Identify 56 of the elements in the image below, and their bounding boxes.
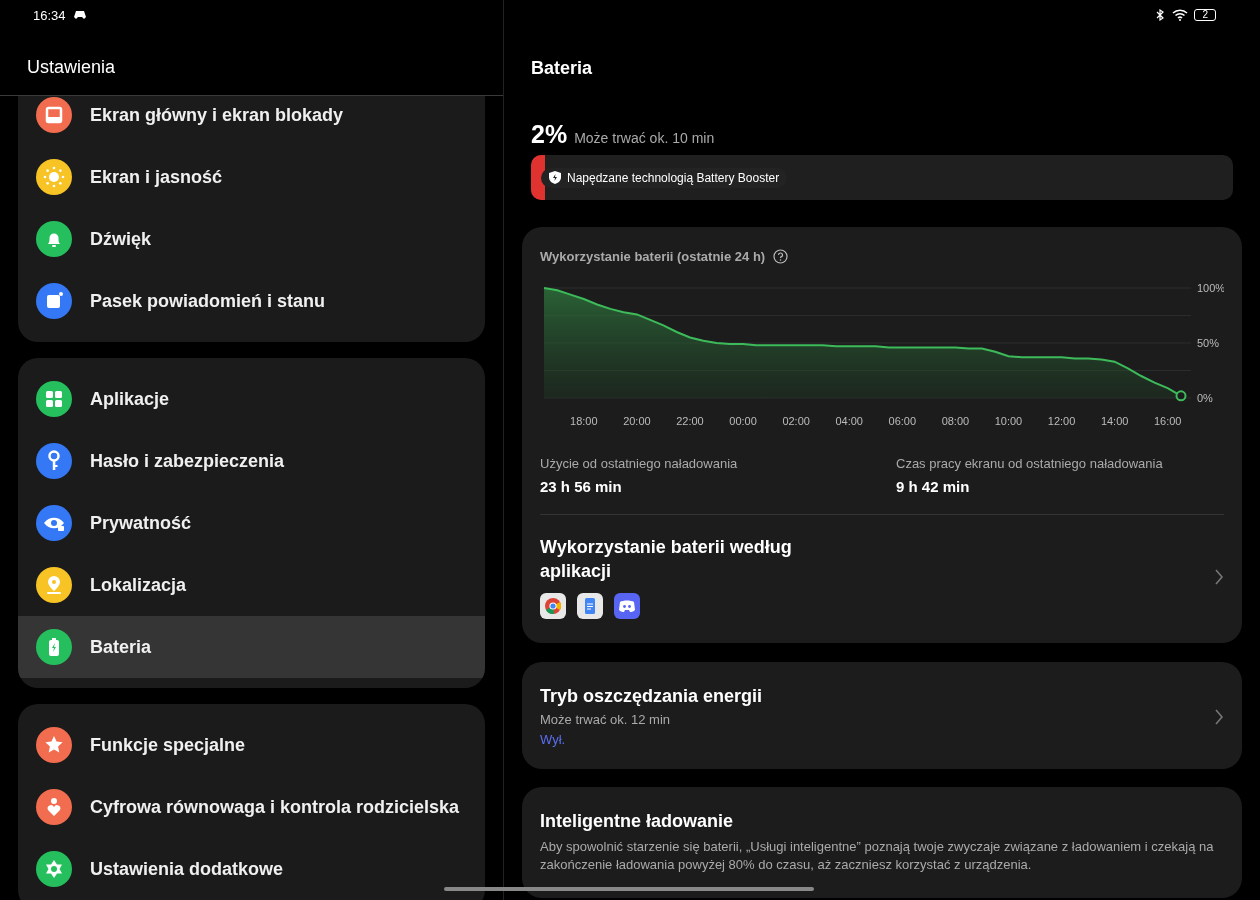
sidebar-title: Ustawienia [27, 57, 116, 78]
x-tick-label: 16:00 [1153, 415, 1182, 427]
y-tick-label: 0% [1197, 392, 1213, 404]
shield-icon [549, 171, 561, 184]
settings-item[interactable]: Pasek powiadomień i stanu [18, 270, 485, 332]
settings-item[interactable]: Ekran główny i ekran blokady [18, 96, 485, 146]
x-tick-label: 14:00 [1100, 415, 1129, 427]
x-tick-label: 04:00 [835, 415, 863, 427]
settings-item[interactable]: Dźwięk [18, 208, 485, 270]
y-tick-label: 100% [1197, 282, 1224, 294]
x-tick-label: 10:00 [994, 415, 1023, 427]
stat-value: 23 h 56 min [540, 478, 623, 495]
settings-item[interactable]: Lokalizacja [18, 554, 485, 616]
app-usage-title: Wykorzystanie baterii według aplikacji [540, 536, 793, 583]
battery-percent: 2% [531, 120, 568, 149]
x-tick-label: 20:00 [623, 415, 651, 427]
help-icon[interactable] [773, 249, 789, 264]
settings-item[interactable]: Ustawienia dodatkowe [18, 838, 485, 900]
chat-app-icon [614, 593, 640, 619]
saver-title: Tryb oszczędzania energii [540, 686, 763, 707]
power-saver-row[interactable]: Tryb oszczędzania energii Może trwać ok. 12 min Wył. [522, 662, 1242, 769]
browser-app-icon [540, 593, 566, 619]
gamepad-icon [73, 10, 86, 20]
stat-value: 9 h 42 min [896, 478, 971, 495]
status-time: 16:34 [33, 7, 66, 23]
x-tick-label: 02:00 [782, 415, 810, 427]
document-app-icon [577, 593, 603, 619]
settings-item[interactable]: Hasło i zabezpieczenia [18, 430, 485, 492]
x-tick-label: 00:00 [729, 415, 757, 427]
chevron-icon [1214, 568, 1224, 586]
wifi-icon [1172, 9, 1189, 21]
settings-item[interactable]: Funkcje specjalne [18, 714, 485, 776]
saver-estimate: Może trwać ok. 12 min [540, 712, 672, 727]
saver-state: Wył. [540, 732, 567, 747]
stat-label: Czas pracy ekranu od ostatniego naładowania [896, 456, 1164, 471]
stat-label: Użycie od ostatniego naładowania [540, 456, 739, 471]
chevron-icon [1214, 707, 1224, 726]
smart-charging-description: Aby spowolnić starzenie się baterii, „Usługi inteligentne” poznają twoje zwyczaje związane z ładowaniem i czekają na zakończenie ładowania powyżej 80% do czasu, aż zaczniesz korzystać z urządzenia. [540, 838, 1215, 874]
page-title: Bateria [531, 57, 593, 79]
settings-item[interactable]: Ekran i jasność [18, 146, 485, 208]
settings-item[interactable]: Bateria [18, 616, 485, 678]
smart-charging-title: Inteligentne ładowanie [540, 811, 735, 832]
x-tick-label: 06:00 [888, 415, 917, 427]
settings-item[interactable]: Prywatność [18, 492, 485, 554]
settings-item[interactable]: Aplikacje [18, 368, 485, 430]
x-tick-label: 22:00 [676, 415, 704, 427]
x-tick-label: 08:00 [941, 415, 970, 427]
app-usage-row[interactable]: Wykorzystanie baterii według aplikacji [540, 535, 1224, 619]
x-tick-label: 12:00 [1047, 415, 1076, 427]
y-tick-label: 50% [1197, 337, 1220, 349]
time-estimate: Może trwać ok. 10 min [574, 130, 715, 146]
battery-indicator: 2 [1194, 9, 1216, 21]
settings-item[interactable]: Cyfrowa równowaga i kontrola rodzicielska [18, 776, 485, 838]
chart-title: Wykorzystanie baterii (ostatnie 24 h) [540, 249, 766, 264]
x-tick-label: 18:00 [570, 415, 598, 427]
booster-label: Napędzane technologią Battery Booster [567, 170, 780, 185]
